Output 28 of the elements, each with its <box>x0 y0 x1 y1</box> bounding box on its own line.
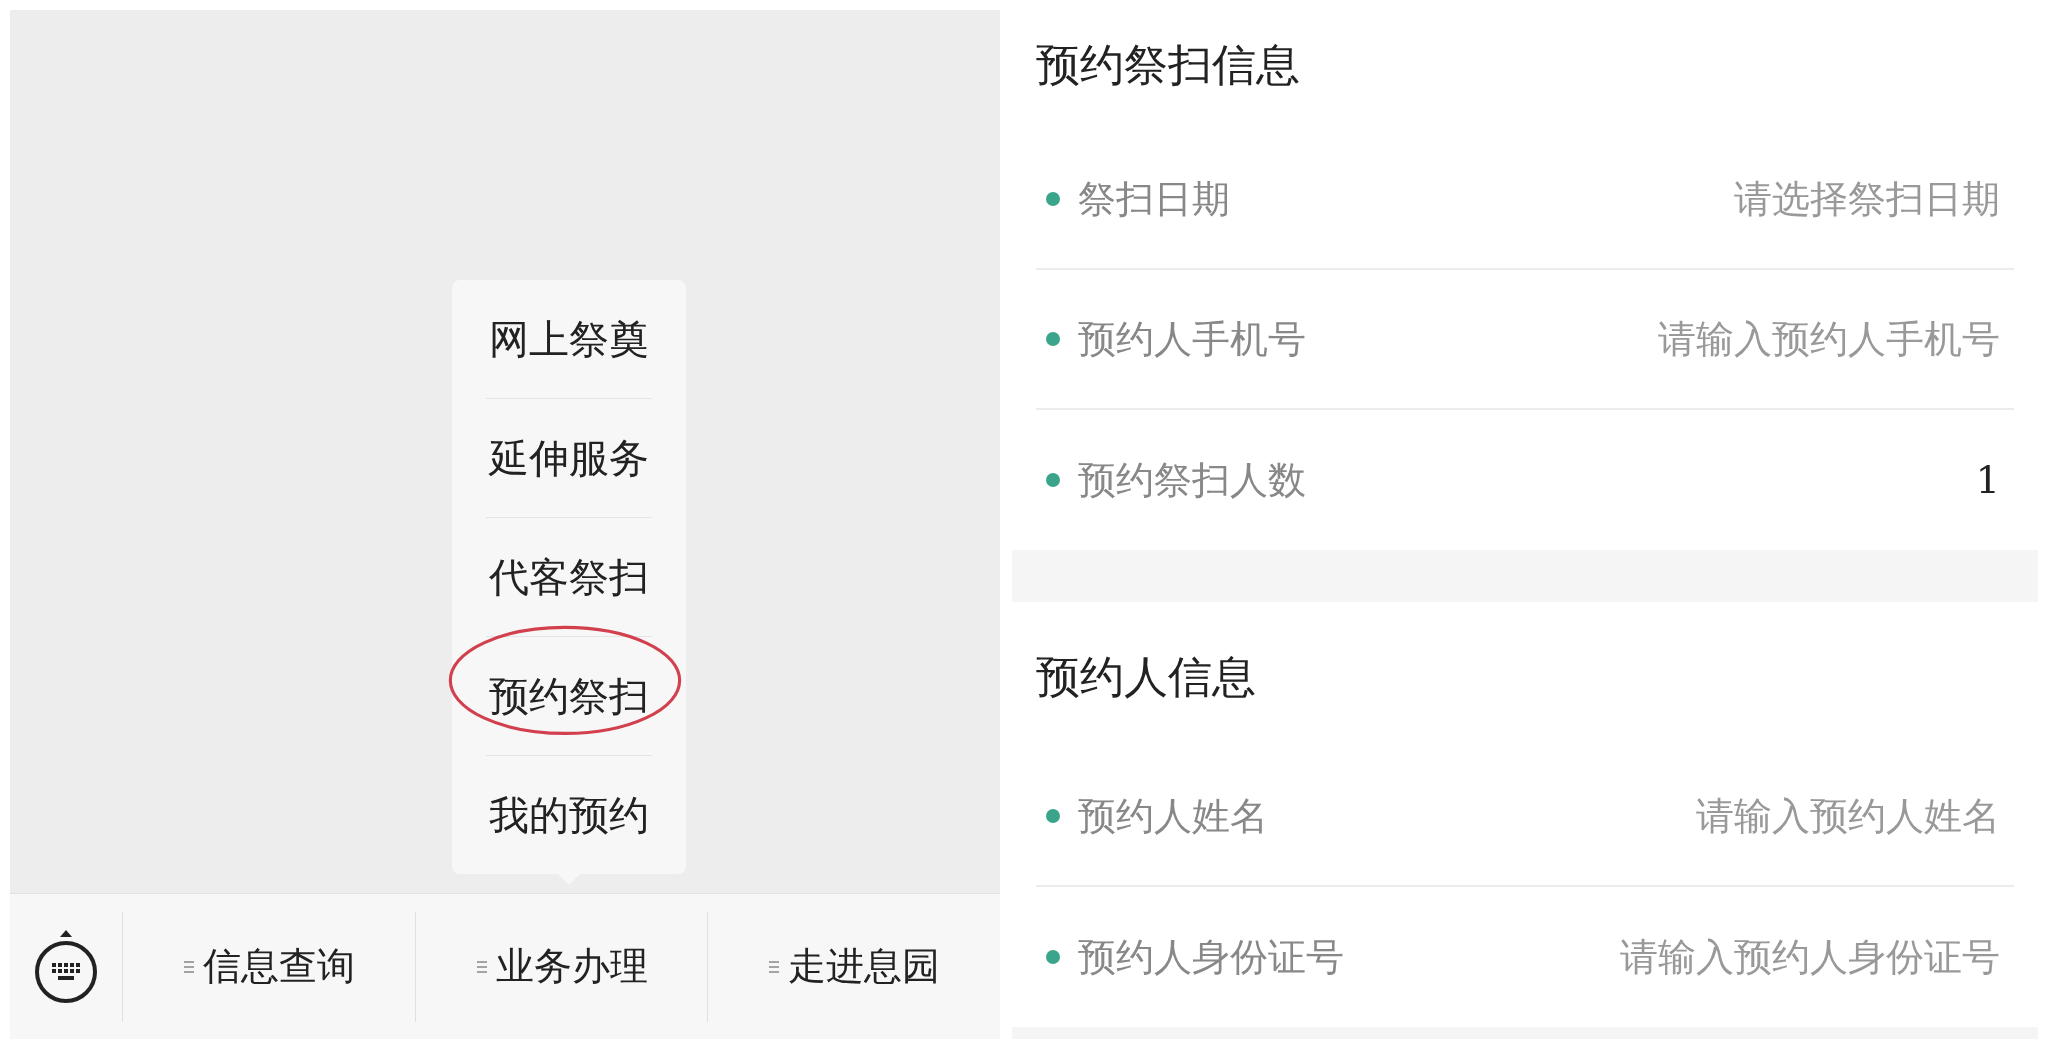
tab-label[interactable]: 走进息园 <box>788 941 941 992</box>
menu-lines-icon <box>182 959 195 974</box>
menu-lines-icon <box>475 959 488 974</box>
menu-lines-icon <box>768 959 781 974</box>
field-label: 预约人手机号 <box>1078 315 1306 363</box>
input-field[interactable]: 请输入预约人手机号 <box>1306 317 2014 361</box>
menu-item[interactable]: 我的预约 <box>486 756 652 874</box>
bullet-dot <box>1046 809 1060 823</box>
input-field[interactable]: 1 <box>1306 458 2014 502</box>
tab-label[interactable]: 业务办理 <box>495 941 648 992</box>
menu-item[interactable]: 网上祭奠 <box>486 280 652 399</box>
field-label: 预约祭扫人数 <box>1078 456 1306 504</box>
bullet-dot <box>1046 473 1060 487</box>
menu-item[interactable]: 代客祭扫 <box>486 518 652 637</box>
input-field[interactable]: 请输入预约人身份证号 <box>1344 935 2014 979</box>
field-label: 预约人姓名 <box>1078 792 1268 840</box>
field-label: 祭扫日期 <box>1078 175 1230 223</box>
section-title: 预约人信息 <box>1035 650 1257 704</box>
input-field[interactable]: 请输入预约人姓名 <box>1268 794 2014 838</box>
tab-label[interactable]: 信息查询 <box>202 941 355 992</box>
bullet-dot <box>1046 950 1060 964</box>
bullet-dot <box>1046 192 1060 206</box>
section-title: 预约祭扫信息 <box>1035 38 1301 92</box>
menu-item[interactable]: 延伸服务 <box>486 399 652 518</box>
input-field[interactable]: 请选择祭扫日期 <box>1230 177 2014 221</box>
field-label: 预约人身份证号 <box>1078 933 1344 981</box>
menu-item[interactable]: 预约祭扫 <box>486 637 652 756</box>
bullet-dot <box>1046 332 1060 346</box>
